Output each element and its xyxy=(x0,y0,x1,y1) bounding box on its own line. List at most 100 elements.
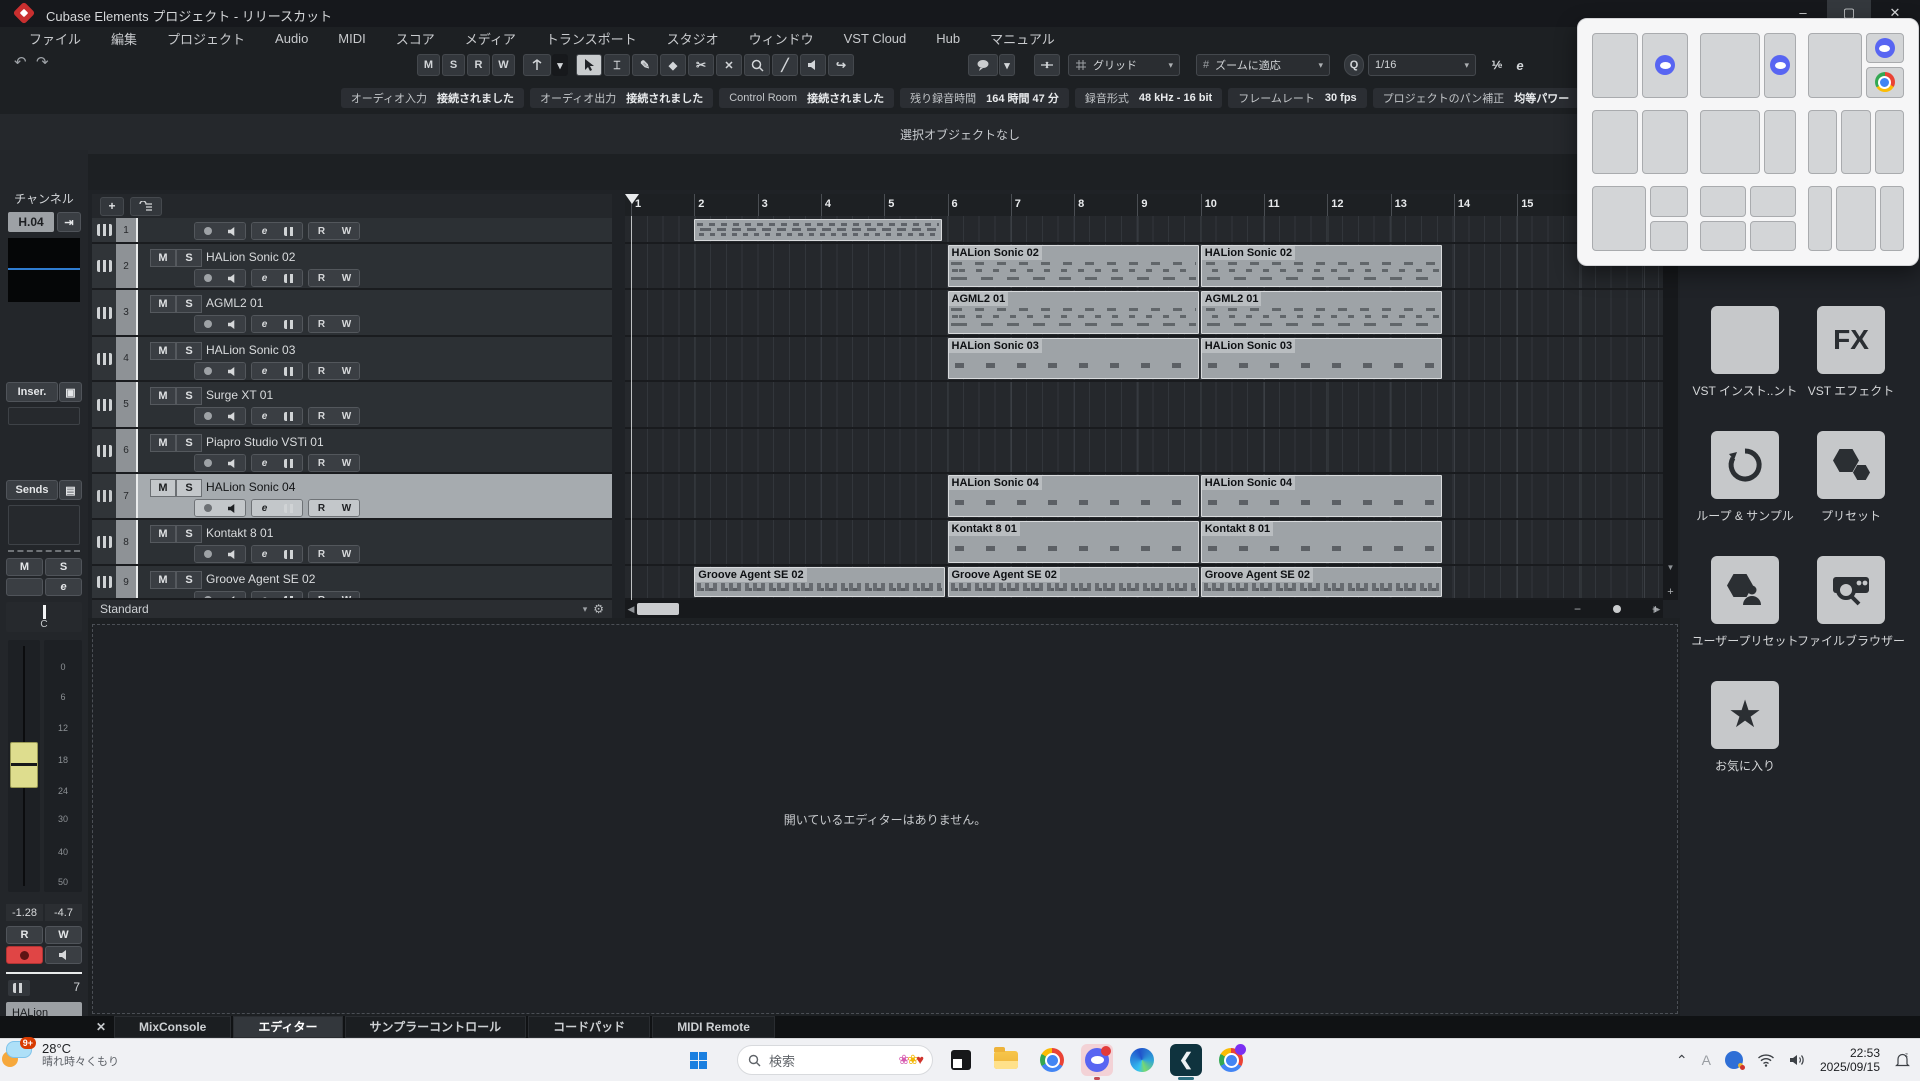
status-6[interactable]: プロジェクトのパン補正均等パワー xyxy=(1373,88,1580,108)
line-tool[interactable]: ╱ xyxy=(772,54,798,76)
toolbar-s-button[interactable]: S xyxy=(442,54,465,76)
quantize-select[interactable]: 1/16▾ xyxy=(1368,54,1476,76)
midi-clip[interactable]: HALion Sonic 03 xyxy=(1201,338,1443,379)
menu-item-4[interactable]: MIDI xyxy=(323,31,380,46)
file-browser-tile[interactable] xyxy=(1817,556,1885,624)
midi-clip[interactable]: Groove Agent SE 02 xyxy=(948,567,1199,597)
read-automation-button[interactable]: R xyxy=(309,500,334,516)
toolbar-r-button[interactable]: R xyxy=(467,54,490,76)
toolbar-m-button[interactable]: M xyxy=(417,54,440,76)
edit-channel-button[interactable]: e xyxy=(252,223,277,239)
snap-layout-three-wide[interactable] xyxy=(1808,186,1904,251)
midi-clip[interactable]: Kontakt 8 01 xyxy=(948,521,1199,563)
monitor-button[interactable] xyxy=(220,546,245,562)
track-row-4[interactable]: 4MSHALion Sonic 03eRW xyxy=(92,337,612,382)
track-solo-button[interactable]: S xyxy=(176,525,202,543)
menu-item-9[interactable]: ウィンドウ xyxy=(734,29,829,48)
snap-cell-l[interactable] xyxy=(1592,33,1638,98)
tab-コードパッド[interactable]: コードパッド xyxy=(528,1016,650,1038)
midi-clip[interactable]: HALion Sonic 04 xyxy=(1201,475,1443,517)
menu-item-11[interactable]: Hub xyxy=(921,31,975,46)
read-automation-button[interactable]: R xyxy=(309,455,334,471)
track-preset-name[interactable]: Standard xyxy=(100,602,149,616)
snap-cell-rb[interactable] xyxy=(1866,67,1904,97)
fader-value[interactable]: -1.28 xyxy=(6,904,43,921)
snap-cell-l[interactable] xyxy=(1808,186,1832,251)
status-2[interactable]: Control Room接続されました xyxy=(719,88,894,108)
menu-item-7[interactable]: トランスポート xyxy=(531,29,652,48)
wifi-icon[interactable] xyxy=(1757,1053,1775,1067)
zoom-fit-select[interactable]: # ズームに適応▾ xyxy=(1196,54,1330,76)
record-enable-button[interactable] xyxy=(195,316,220,332)
midi-clip[interactable]: AGML2 01 xyxy=(948,291,1199,334)
snap-cell-r[interactable] xyxy=(1764,33,1796,98)
instrument-edit-button[interactable] xyxy=(277,592,302,600)
status-3[interactable]: 残り録音時間164 時間 47 分 xyxy=(900,88,1069,108)
edit-channel-button[interactable]: e xyxy=(252,270,277,286)
tab-エディター[interactable]: エディター xyxy=(233,1016,342,1038)
status-0[interactable]: オーディオ入力接続されました xyxy=(341,88,524,108)
chrome-taskbar-icon[interactable] xyxy=(1036,1044,1068,1076)
menu-item-0[interactable]: ファイル xyxy=(14,29,96,48)
track-row-5[interactable]: 5MSSurge XT 01eRW xyxy=(92,382,612,429)
toolbar-w-button[interactable]: W xyxy=(492,54,515,76)
project-cursor-marker[interactable] xyxy=(625,194,639,204)
track-solo-button[interactable]: S xyxy=(176,571,202,589)
strip-monitor-button[interactable] xyxy=(45,946,82,964)
instrument-edit-button[interactable] xyxy=(277,546,302,562)
edit-channel-button[interactable]: e xyxy=(252,455,277,471)
track-row-6[interactable]: 6MSPiapro Studio VSTi 01eRW xyxy=(92,429,612,474)
monitor-button[interactable] xyxy=(220,363,245,379)
snap-cell-r[interactable] xyxy=(1642,110,1688,175)
draw-tool[interactable]: ✎ xyxy=(632,54,658,76)
menu-item-5[interactable]: スコア xyxy=(381,29,450,48)
hscroll-thumb[interactable] xyxy=(637,603,679,615)
scroll-left-icon[interactable]: ◀ xyxy=(625,604,637,615)
track-preset-button[interactable] xyxy=(130,197,162,216)
preset-dropdown-icon[interactable]: ▾ xyxy=(583,604,588,615)
monitor-button[interactable] xyxy=(220,592,245,600)
snap-layout-half[interactable] xyxy=(1592,110,1688,175)
snap-cell-tr[interactable] xyxy=(1750,186,1796,216)
strip-solo-button[interactable]: S xyxy=(45,558,82,576)
sends-rack-icon[interactable]: ▤ xyxy=(59,480,82,500)
snap-cell-l[interactable] xyxy=(1592,110,1638,175)
start-button[interactable] xyxy=(682,1044,714,1076)
track-solo-button[interactable]: S xyxy=(176,479,202,497)
snap-layout-wide-right[interactable] xyxy=(1700,33,1796,98)
mute-tool[interactable]: ✕ xyxy=(716,54,742,76)
track-solo-button[interactable]: S xyxy=(176,295,202,313)
fader-cap[interactable] xyxy=(10,742,38,788)
speaker-icon[interactable] xyxy=(1789,1053,1806,1067)
track-name[interactable]: HALion Sonic 03 xyxy=(206,343,295,357)
vst-instruments-tile[interactable] xyxy=(1711,306,1779,374)
status-1[interactable]: オーディオ出力接続されました xyxy=(530,88,713,108)
instrument-edit-button[interactable] xyxy=(277,500,302,516)
track-list-footer[interactable]: Standard ▾ ⚙ xyxy=(92,600,612,618)
edit-channel-button[interactable]: e xyxy=(252,592,277,600)
instrument-edit-button[interactable] xyxy=(277,363,302,379)
track-name[interactable]: HALion Sonic 02 xyxy=(206,250,295,264)
redo-icon[interactable]: ↷ xyxy=(36,53,49,71)
track-name[interactable]: Kontakt 8 01 xyxy=(206,526,273,540)
send-slot[interactable] xyxy=(8,505,80,545)
read-automation-button[interactable]: R xyxy=(309,316,334,332)
instrument-edit-button[interactable] xyxy=(277,270,302,286)
inserts-rack-icon[interactable]: ▣ xyxy=(59,382,82,402)
pan-control[interactable]: C xyxy=(6,602,82,632)
color-dropdown[interactable]: ▾ xyxy=(999,54,1015,76)
loops-samples-tile[interactable] xyxy=(1711,431,1779,499)
snap-cell-tl[interactable] xyxy=(1700,186,1746,216)
snap-cell-rb[interactable] xyxy=(1650,221,1688,251)
arrange-area[interactable]: HALion Sonic 02HALion Sonic 02AGML2 01AG… xyxy=(625,216,1663,600)
snap-cell-bl[interactable] xyxy=(1700,221,1746,251)
snap-cell-r[interactable] xyxy=(1875,110,1904,175)
snap-cell-br[interactable] xyxy=(1750,221,1796,251)
strip-listen-button[interactable] xyxy=(6,578,43,596)
zoom-tool[interactable] xyxy=(744,54,770,76)
object-select-tool[interactable] xyxy=(576,54,602,76)
zoom-slider[interactable]: − + xyxy=(1570,600,1663,618)
monitor-button[interactable] xyxy=(220,500,245,516)
menu-item-3[interactable]: Audio xyxy=(260,31,323,46)
tab-midi-remote[interactable]: MIDI Remote xyxy=(652,1016,775,1038)
